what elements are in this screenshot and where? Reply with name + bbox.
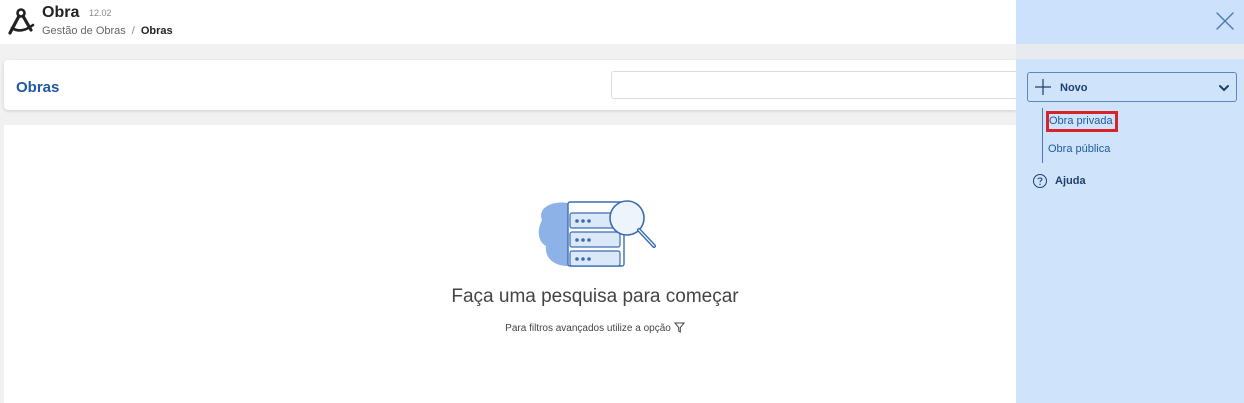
page-title: Obras (16, 79, 60, 96)
breadcrumb-separator: / (131, 25, 135, 37)
new-button[interactable]: Novo (1027, 72, 1237, 102)
database-search-icon (538, 200, 656, 267)
breadcrumb-parent[interactable]: Gestão de Obras (42, 25, 126, 37)
title-card: Obras (4, 60, 1021, 110)
breadcrumb-current: Obras (140, 25, 173, 37)
breadcrumb: Gestão de Obras / Obras (42, 25, 173, 37)
chevron-down-icon (1219, 85, 1229, 92)
empty-state-title: Faça uma pesquisa para começar (451, 286, 739, 307)
search-input[interactable] (611, 71, 1021, 99)
app-version: 12.02 (89, 8, 112, 18)
menu-item-obra-privada[interactable]: Obra privada (1046, 111, 1118, 132)
help-circle-icon (1033, 174, 1047, 188)
plus-icon (1035, 79, 1051, 95)
new-button-label: Novo (1060, 82, 1088, 94)
empty-state-hint-text: Para filtros avançados utilize a opção (505, 323, 671, 334)
filter-icon[interactable] (673, 322, 685, 333)
menu-item-obra-publica[interactable]: Obra pública (1048, 143, 1110, 155)
menu-guide-line (1042, 108, 1043, 163)
app-title: Obra (42, 4, 80, 21)
help-label: Ajuda (1055, 175, 1086, 187)
side-panel-divider (1016, 44, 1244, 59)
side-panel: Novo Obra privada Obra pública Ajuda (1016, 0, 1244, 403)
empty-state-hint: Para filtros avançados utilize a opção (0, 322, 1190, 334)
close-icon[interactable] (1214, 10, 1236, 32)
results-area (4, 125, 1016, 403)
app-header: Obra 12.02 Gestão de Obras / Obras (0, 0, 1016, 44)
side-panel-header (1016, 0, 1244, 44)
compass-icon[interactable] (6, 6, 36, 36)
